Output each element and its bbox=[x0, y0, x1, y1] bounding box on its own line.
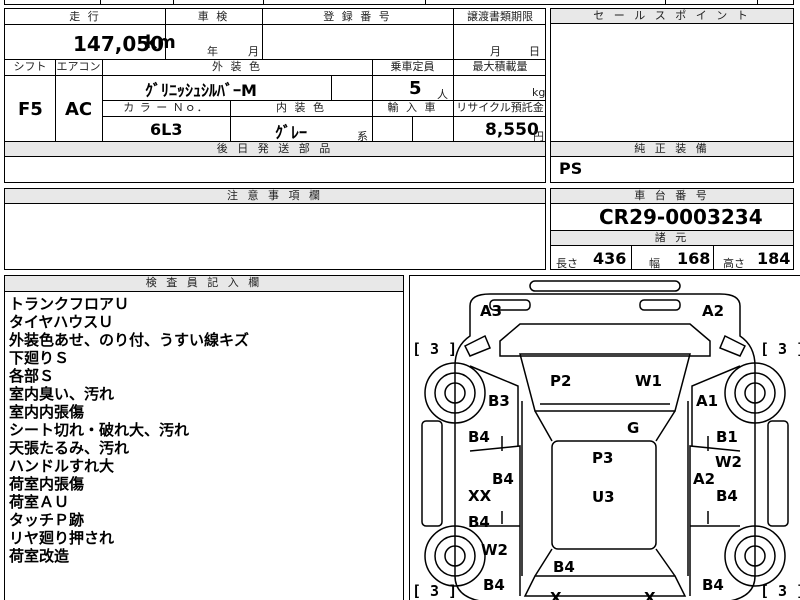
note-line: 天張たるみ、汚れ bbox=[9, 439, 130, 457]
chassis-value: CR29-0003234 bbox=[599, 205, 763, 229]
capacity-value: 5 bbox=[409, 78, 422, 99]
sales-point-header: セ ー ル ス ポ イ ン ト bbox=[551, 9, 793, 24]
exterior-color-value: ｸﾞﾘﾆｯｼｭｼﾙﾊﾞｰM bbox=[145, 81, 257, 100]
shift-header: シフト bbox=[13, 60, 47, 73]
damage-u3: U3 bbox=[592, 488, 615, 506]
specs-length-label: 長さ bbox=[556, 257, 578, 270]
damage-a3: A3 bbox=[480, 302, 503, 320]
damage-b4-left-2: B4 bbox=[468, 513, 490, 531]
damage-a2-mid: A2 bbox=[693, 470, 716, 488]
capacity-header: 乗車定員 bbox=[390, 60, 435, 73]
tire-mark-rear-left: [ 3 ] bbox=[412, 582, 458, 600]
recycle-value: 8,550 bbox=[485, 120, 539, 140]
specs-height-label: 高さ bbox=[723, 257, 745, 270]
sales-point-box: セ ー ル ス ポ イ ン ト bbox=[550, 8, 794, 142]
caution-header: 注 意 事 項 欄 bbox=[5, 189, 545, 204]
interior-color-header: 内 装 色 bbox=[276, 101, 326, 114]
damage-b4-bottom-right: B4 bbox=[702, 576, 724, 594]
note-line: 下廻りＳ bbox=[9, 349, 70, 367]
car-damage-diagram: [ 3 ] [ 3 ] [ 3 ] [ 3 ] A3 A2 P2 W1 B3 A… bbox=[409, 275, 800, 600]
recycle-header: リサイクル預託金 bbox=[456, 101, 544, 114]
caution-box: 注 意 事 項 欄 bbox=[4, 188, 546, 270]
shift-value: F5 bbox=[18, 99, 43, 120]
color-no-header: カ ラ ー Ｎｏ． bbox=[123, 101, 209, 114]
note-line: 荷室内張傷 bbox=[9, 475, 85, 493]
damage-b4-bottom-center: B4 bbox=[553, 558, 575, 576]
top-strip bbox=[4, 0, 794, 5]
inspector-box: 検 査 員 記 入 欄 トランクフロアＵ タイヤハウスＵ 外装色あせ、のり付、う… bbox=[4, 275, 404, 600]
shaken-year: 年 bbox=[207, 45, 218, 58]
import-header: 輸 入 車 bbox=[387, 101, 438, 114]
tire-mark-front-right: [ 3 ] bbox=[760, 340, 800, 358]
exterior-color-header: 外 装 色 bbox=[212, 60, 262, 73]
damage-a1: A1 bbox=[696, 392, 719, 410]
aircon-header: エアコン bbox=[56, 60, 101, 73]
specs-width: 168 bbox=[677, 249, 711, 268]
tire-mark-front-left: [ 3 ] bbox=[412, 340, 458, 358]
note-line: 外装色あせ、のり付、うすい線キズ bbox=[9, 331, 250, 349]
transfer-day: 日 bbox=[529, 45, 540, 58]
damage-w2-left: W2 bbox=[481, 541, 508, 559]
specs-height: 184 bbox=[757, 249, 791, 268]
vehicle-info-table: 走 行 車 検 登 録 番 号 譲渡書類期限 147,050 km 年 月 月 … bbox=[4, 8, 546, 143]
max-load-header: 最大積載量 bbox=[472, 60, 528, 73]
specs-width-label: 幅 bbox=[649, 257, 660, 270]
note-line: タイヤハウスＵ bbox=[9, 313, 114, 331]
note-line: 室内臭い、汚れ bbox=[9, 385, 115, 403]
damage-b4-bottom-left: B4 bbox=[483, 576, 505, 594]
genuine-equipment-header: 純 正 装 備 bbox=[551, 142, 793, 157]
damage-p2: P2 bbox=[550, 372, 572, 390]
note-line: 各部Ｓ bbox=[9, 367, 55, 385]
genuine-equipment-box: 純 正 装 備 PS bbox=[550, 141, 794, 183]
damage-p3: P3 bbox=[592, 449, 614, 467]
shaken-month: 月 bbox=[248, 45, 259, 58]
note-line: タッチＰ跡 bbox=[9, 511, 85, 529]
specs-length: 436 bbox=[593, 249, 627, 268]
mileage-header: 走 行 bbox=[69, 10, 101, 23]
damage-a2-top: A2 bbox=[702, 302, 725, 320]
later-parts-box: 後 日 発 送 部 品 bbox=[4, 141, 546, 183]
later-parts-header: 後 日 発 送 部 品 bbox=[5, 142, 545, 157]
note-line: 室内内張傷 bbox=[9, 403, 85, 421]
chassis-box: 車 台 番 号 CR29-0003234 諸 元 長さ 436 幅 168 高さ… bbox=[550, 188, 794, 270]
max-load-unit: kg bbox=[532, 86, 546, 99]
transfer-month: 月 bbox=[490, 45, 501, 58]
damage-g: G bbox=[627, 419, 640, 437]
color-no-value: 6L3 bbox=[150, 120, 183, 139]
note-line: トランクフロアＵ bbox=[9, 295, 130, 313]
note-line: リヤ廻り押され bbox=[9, 529, 115, 547]
damage-b4-center: B4 bbox=[492, 470, 514, 488]
inspector-header: 検 査 員 記 入 欄 bbox=[5, 276, 403, 292]
damage-b4-left-1: B4 bbox=[468, 428, 490, 446]
damage-w1: W1 bbox=[635, 372, 662, 390]
damage-xx: XX bbox=[468, 487, 492, 505]
chassis-header: 車 台 番 号 bbox=[551, 189, 793, 204]
note-line: 荷室ＡＵ bbox=[9, 493, 70, 511]
specs-header: 諸 元 bbox=[551, 230, 793, 246]
damage-x-right: X bbox=[644, 589, 656, 600]
aircon-value: AC bbox=[65, 99, 93, 120]
damage-w2-right: W2 bbox=[715, 453, 742, 471]
note-line: ハンドルすれ大 bbox=[9, 457, 115, 475]
note-line: シート切れ・破れ大、汚れ bbox=[9, 421, 190, 439]
damage-b3: B3 bbox=[488, 392, 510, 410]
mileage-unit: km bbox=[145, 32, 176, 53]
registration-header: 登 録 番 号 bbox=[323, 10, 392, 23]
tire-mark-rear-right: [ 3 ] bbox=[760, 582, 800, 600]
note-line: 荷室改造 bbox=[9, 547, 70, 565]
damage-x-left: X bbox=[550, 589, 562, 600]
genuine-equipment-value: PS bbox=[559, 159, 583, 178]
interior-color-value: ｸﾞﾚｰ bbox=[275, 123, 308, 142]
shaken-header: 車 検 bbox=[197, 10, 230, 23]
damage-b4-right-1: B4 bbox=[716, 487, 738, 505]
inspector-notes: トランクフロアＵ タイヤハウスＵ 外装色あせ、のり付、うすい線キズ 下廻りＳ 各… bbox=[9, 295, 249, 565]
transfer-deadline-header: 譲渡書類期限 bbox=[467, 10, 533, 23]
damage-b1: B1 bbox=[716, 428, 738, 446]
